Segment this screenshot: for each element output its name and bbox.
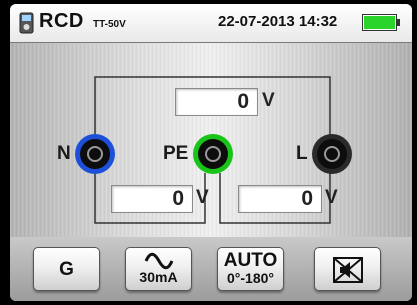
sound-off-icon xyxy=(332,257,363,283)
pe-terminal xyxy=(193,134,233,174)
n-terminal xyxy=(75,134,115,174)
wiring-lines xyxy=(75,76,352,224)
g-button-label: G xyxy=(59,259,74,280)
device-icon xyxy=(19,12,34,34)
voltage-n-l-display: 0 xyxy=(175,88,258,116)
sine-wave-icon xyxy=(144,252,173,270)
voltage-l-pe-display: 0 xyxy=(238,185,322,213)
rated-current-label: 30mA xyxy=(139,269,178,285)
voltage-n-l-unit: V xyxy=(262,90,275,111)
voltage-n-pe-value: 0 xyxy=(172,187,184,210)
g-button[interactable]: G xyxy=(33,247,100,291)
status-bar: RCD TT-50V 22-07-2013 14:32 xyxy=(10,4,412,43)
instrument-screen: RCD TT-50V 22-07-2013 14:32 0 V N PE L 0… xyxy=(10,4,412,301)
voltage-n-l-value: 0 xyxy=(237,90,249,113)
l-terminal xyxy=(312,134,352,174)
voltage-l-pe-value: 0 xyxy=(301,187,313,210)
system-type: TT-50V xyxy=(93,19,126,30)
voltage-n-pe-display: 0 xyxy=(111,185,193,213)
sound-toggle-button[interactable] xyxy=(314,247,381,291)
connection-diagram: 0 V N PE L 0 V 0 V xyxy=(10,43,412,237)
phase-range-label: 0°-180° xyxy=(226,270,274,286)
n-label: N xyxy=(57,143,71,164)
mode-title: RCD xyxy=(39,10,84,32)
voltage-n-pe-unit: V xyxy=(196,187,209,208)
auto-label: AUTO xyxy=(223,250,278,271)
current-type-button[interactable]: 30mA xyxy=(125,247,192,291)
battery-icon xyxy=(362,14,400,31)
date-time: 22-07-2013 14:32 xyxy=(218,13,338,30)
pe-label: PE xyxy=(163,143,189,164)
phase-mode-button[interactable]: AUTO 0°-180° xyxy=(217,247,284,291)
function-key-bar: G 30mA AUTO 0°-180° xyxy=(10,237,412,301)
l-label: L xyxy=(296,143,308,164)
voltage-l-pe-unit: V xyxy=(325,187,338,208)
